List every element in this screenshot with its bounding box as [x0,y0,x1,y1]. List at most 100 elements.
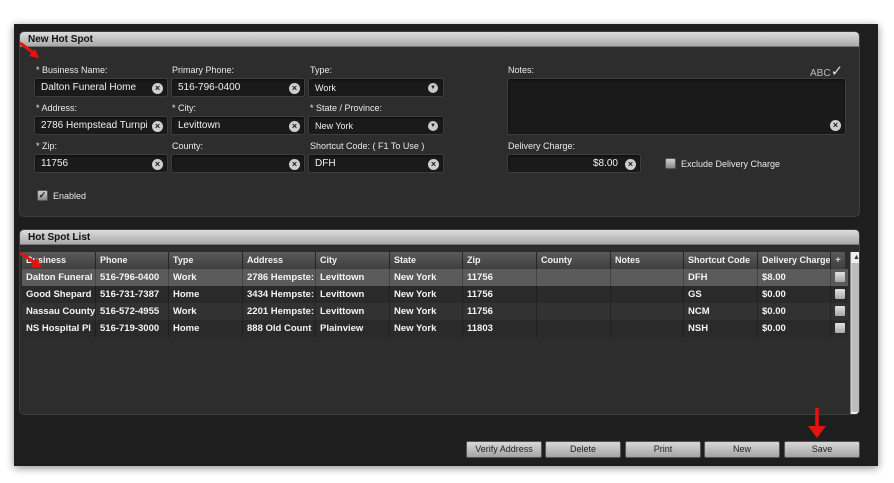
hot-spot-window: New Hot Spot * Business Name: Dalton Fun… [14,24,878,466]
shortcut-code-value: DFH [315,158,336,169]
clear-delivery-charge-icon[interactable]: × [625,159,636,170]
cell-notes [611,286,684,303]
business-name-value: Dalton Funeral Home [41,82,137,93]
cell-business: Nassau County [22,303,96,320]
cell-county [537,269,611,286]
cell-type: Home [169,286,243,303]
clear-shortcut-code-icon[interactable]: × [428,159,439,170]
enabled-label: Enabled [53,191,87,201]
cell-type: Work [169,269,243,286]
row-checkbox[interactable] [835,272,845,282]
cell-phone: 516-796-0400 [96,269,169,286]
cell-zip: 11803 [463,320,537,337]
delivery-charge-field[interactable]: $8.00 × [507,154,641,173]
clear-notes-icon[interactable]: × [830,120,841,131]
col-shortcut-code[interactable]: Shortcut Code [684,252,758,269]
state-value: New York [315,121,354,131]
cell-phone: 516-719-3000 [96,320,169,337]
cell-shortcut-code: GS [684,286,758,303]
cell-delivery-charge: $0.00 [758,320,831,337]
delivery-charge-value: $8.00 [592,158,618,169]
cell-delivery-charge: $0.00 [758,286,831,303]
hot-spot-list-panel: Hot Spot List Business Phone Type Addres… [19,229,860,415]
cell-zip: 11756 [463,303,537,320]
cell-delivery-charge: $0.00 [758,303,831,320]
col-city[interactable]: City [316,252,390,269]
address-label: * Address: [36,103,78,113]
row-checkbox[interactable] [835,306,845,316]
col-zip[interactable]: Zip [463,252,537,269]
primary-phone-value: 516-796-0400 [178,82,241,93]
cell-city: Plainview [316,320,390,337]
delete-button[interactable]: Delete [545,441,621,458]
city-label: * City: [172,103,197,113]
table-row[interactable]: Good Shepard 516-731-7387 Home 3434 Hempste… [22,286,848,303]
cell-county [537,303,611,320]
verify-address-button[interactable]: Verify Address [466,441,542,458]
business-name-field[interactable]: Dalton Funeral Home × [34,78,168,97]
cell-city: Levittown [316,303,390,320]
save-button[interactable]: Save [784,441,860,458]
shortcut-code-field[interactable]: DFH × [308,154,444,173]
col-state[interactable]: State [390,252,463,269]
cell-state: New York [390,320,463,337]
clear-city-icon[interactable]: × [289,121,300,132]
notes-textarea[interactable]: × [507,78,846,135]
shortcut-code-label: Shortcut Code: ( F1 To Use ) [310,141,425,151]
zip-value: 11756 [41,158,69,169]
enabled-checkbox[interactable]: ✓ [37,190,48,201]
exclude-delivery-checkbox[interactable] [665,158,676,169]
chevron-down-icon[interactable]: ▼ [428,121,438,131]
cell-county [537,320,611,337]
notes-label: Notes: [508,65,535,75]
col-delivery-charge[interactable]: Delivery Charge [758,252,831,269]
clear-primary-phone-icon[interactable]: × [289,83,300,94]
chevron-down-icon[interactable]: ▼ [428,83,438,93]
cell-business: Good Shepard [22,286,96,303]
cell-address: 3434 Hempste: [243,286,316,303]
cell-city: Levittown [316,286,390,303]
annotation-arrow-icon [19,41,39,58]
vertical-scrollbar[interactable]: ▲ ▼ [850,252,859,414]
scroll-track[interactable] [852,263,859,412]
new-button[interactable]: New [704,441,780,458]
table-row[interactable]: Dalton Funeral 516-796-0400 Work 2786 Hemps… [22,269,848,286]
cell-phone: 516-731-7387 [96,286,169,303]
row-checkbox[interactable] [835,289,845,299]
print-button[interactable]: Print [625,441,701,458]
clear-zip-icon[interactable]: × [152,159,163,170]
col-county[interactable]: County [537,252,611,269]
cell-city: Levittown [316,269,390,286]
business-name-label: * Business Name: [36,65,108,75]
scroll-up-icon[interactable]: ▲ [851,252,859,263]
row-checkbox[interactable] [835,323,845,333]
type-select[interactable]: Work ▼ [308,78,444,97]
col-notes[interactable]: Notes [611,252,684,269]
col-phone[interactable]: Phone [96,252,169,269]
clear-address-icon[interactable]: × [152,121,163,132]
cell-address: 888 Old Count [243,320,316,337]
col-type[interactable]: Type [169,252,243,269]
state-select[interactable]: New York ▼ [308,116,444,135]
primary-phone-field[interactable]: 516-796-0400 × [171,78,305,97]
county-label: County: [172,141,204,151]
cell-county [537,286,611,303]
type-label: Type: [310,65,333,75]
cell-zip: 11756 [463,269,537,286]
clear-county-icon[interactable]: × [289,159,300,170]
primary-phone-label: Primary Phone: [172,65,235,75]
col-address[interactable]: Address [243,252,316,269]
annotation-arrow-icon [808,408,826,438]
scroll-down-icon[interactable]: ▼ [851,412,859,414]
add-column-button[interactable]: + [831,252,845,269]
address-field[interactable]: 2786 Hempstead Turnpi × [34,116,168,135]
table-row[interactable]: Nassau County 516-572-4955 Work 2201 Hempst… [22,303,848,320]
cell-shortcut-code: DFH [684,269,758,286]
county-field[interactable]: × [171,154,305,173]
city-value: Levittown [178,120,221,131]
zip-label: * Zip: [36,141,58,151]
zip-field[interactable]: 11756 × [34,154,168,173]
clear-business-name-icon[interactable]: × [152,83,163,94]
city-field[interactable]: Levittown × [171,116,305,135]
table-row[interactable]: NS Hospital Pl 516-719-3000 Home 888 Old Co… [22,320,848,337]
